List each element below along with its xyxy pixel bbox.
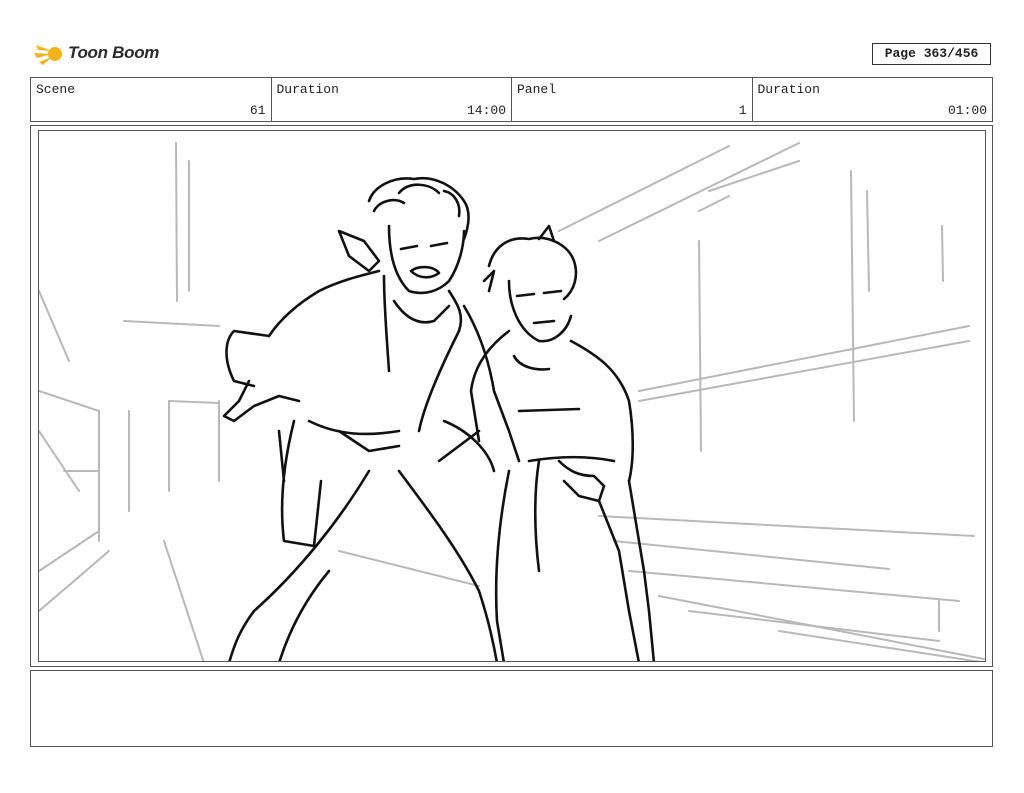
scene-duration-cell: Duration 14:00 — [272, 78, 512, 121]
duration-value: 14:00 — [466, 103, 506, 118]
sketch-drawing — [39, 142, 985, 661]
duration-label: Duration — [276, 82, 339, 97]
brand-name: Toon Boom — [68, 43, 160, 62]
storyboard-panel-image — [38, 130, 986, 662]
toon-boom-logo: Toon Boom — [34, 38, 164, 68]
panel-duration-cell: Duration 01:00 — [753, 78, 993, 121]
panel-label: Panel — [517, 82, 557, 97]
panel-notes-area — [30, 670, 993, 747]
scene-value: 61 — [249, 103, 266, 118]
scene-cell: Scene 61 — [31, 78, 272, 121]
panel-duration-label: Duration — [757, 82, 820, 97]
page-counter: Page 363/456 — [872, 43, 991, 65]
comet-icon — [34, 45, 62, 65]
panel-cell: Panel 1 — [512, 78, 753, 121]
scene-label: Scene — [36, 82, 76, 97]
panel-duration-value: 01:00 — [947, 103, 987, 118]
storyboard-header: Scene 61 Duration 14:00 Panel 1 Duration… — [30, 77, 993, 122]
panel-value: 1 — [738, 103, 747, 118]
